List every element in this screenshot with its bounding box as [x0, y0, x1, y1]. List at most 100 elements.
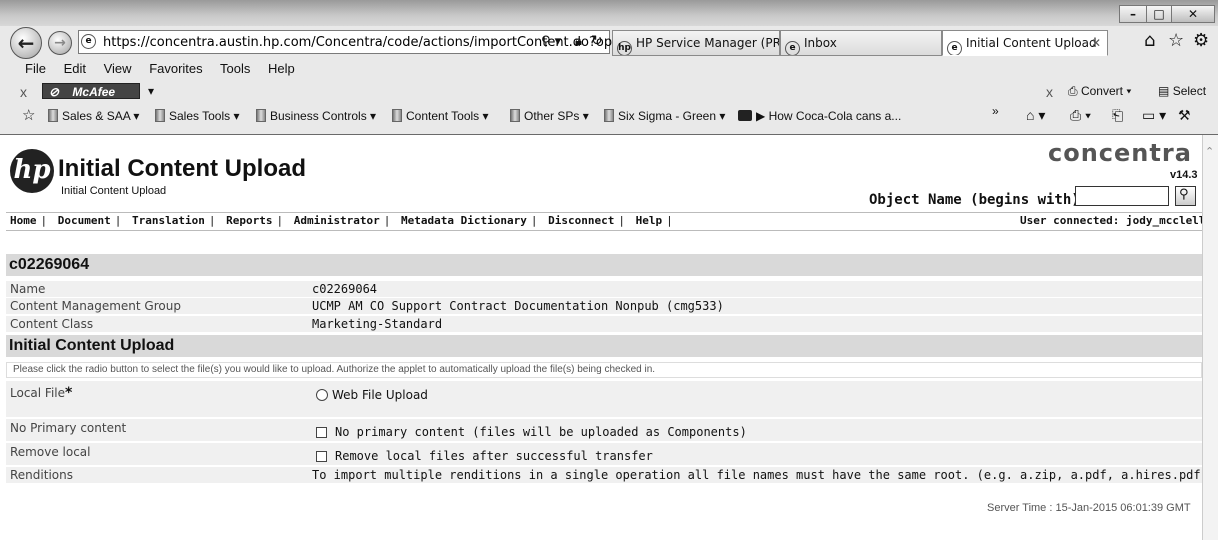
- remove-local-checkbox[interactable]: [316, 451, 327, 462]
- field-label: Content Management Group: [10, 299, 181, 313]
- fav-label: Sales Tools: [169, 109, 231, 123]
- scroll-up-icon[interactable]: ⌃: [1205, 145, 1214, 158]
- fav-content-tools[interactable]: Content Tools ▾: [392, 109, 489, 123]
- folder-icon: [392, 109, 402, 122]
- page-icon[interactable]: ⎗: [1112, 107, 1123, 124]
- folder-icon: [155, 109, 165, 122]
- video-icon: [738, 110, 752, 121]
- object-name-label: Object Name (begins with):: [869, 192, 1089, 208]
- fav-six-sigma[interactable]: Six Sigma - Green ▾: [604, 109, 725, 123]
- nav-disconnect[interactable]: Disconnect: [548, 214, 614, 227]
- folder-icon: [256, 109, 266, 122]
- remove-local-option-text: Remove local files after successful tran…: [335, 449, 653, 463]
- refresh-icon[interactable]: ↻: [591, 33, 603, 49]
- fav-other-sps[interactable]: Other SPs ▾: [510, 109, 589, 123]
- select-label: Select: [1172, 84, 1207, 98]
- upload-section-title: Initial Content Upload: [9, 337, 175, 354]
- close-tab-icon[interactable]: ✕: [1091, 31, 1101, 55]
- page-scrollbar[interactable]: ⌃: [1202, 135, 1218, 540]
- object-name-input[interactable]: [1075, 186, 1169, 206]
- mcafee-button[interactable]: ⊘ McAfee: [42, 83, 140, 99]
- home-toolbar-icon[interactable]: ⌂ ▾: [1026, 107, 1045, 124]
- favorites-star-icon[interactable]: ☆: [1168, 30, 1184, 51]
- menu-favorites[interactable]: Favorites: [149, 61, 202, 76]
- forward-button[interactable]: →: [48, 31, 72, 55]
- remove-local-option[interactable]: Remove local files after successful tran…: [316, 449, 653, 463]
- document-id-header: c02269064: [6, 254, 1202, 276]
- no-primary-option[interactable]: No primary content (files will be upload…: [316, 425, 747, 439]
- menu-edit[interactable]: Edit: [64, 61, 86, 76]
- tab-hp-service-manager[interactable]: hp HP Service Manager (PR...: [612, 30, 780, 56]
- nav-help[interactable]: Help: [636, 214, 663, 227]
- no-primary-row: No Primary content No primary content (f…: [6, 419, 1202, 441]
- fav-business-controls[interactable]: Business Controls ▾: [256, 109, 376, 123]
- add-favorite-star-icon[interactable]: ☆: [22, 106, 35, 124]
- tab-label: Initial Content Upload: [966, 36, 1097, 50]
- menu-bar: File Edit View Favorites Tools Help: [25, 61, 309, 76]
- ie-page-icon: e: [785, 41, 800, 55]
- web-upload-radio[interactable]: [316, 389, 328, 401]
- settings-gear-icon[interactable]: ⚙: [1193, 30, 1209, 51]
- nav-metadata-dictionary[interactable]: Metadata Dictionary: [401, 214, 527, 227]
- tools-wrench-icon[interactable]: ⚒: [1178, 107, 1191, 124]
- menu-view[interactable]: View: [104, 61, 132, 76]
- local-file-label: Local File*: [10, 385, 72, 401]
- fav-label: Sales & SAA: [62, 109, 131, 123]
- tab-label: HP Service Manager (PR...: [636, 36, 780, 50]
- fav-label: Content Tools: [406, 109, 480, 123]
- web-upload-label: Web File Upload: [332, 388, 428, 402]
- required-marker: *: [65, 385, 73, 401]
- folder-icon: [604, 109, 614, 122]
- nav-home[interactable]: Home: [10, 214, 37, 227]
- select-icon: ▤: [1158, 84, 1170, 98]
- close-toolbar-icon[interactable]: x: [20, 84, 27, 100]
- nav-separator: |: [618, 214, 625, 227]
- title-bar: [0, 0, 1218, 26]
- object-search-button[interactable]: ⚲: [1175, 186, 1196, 206]
- tab-label: Inbox: [804, 36, 837, 50]
- page-subtitle: Initial Content Upload: [61, 185, 167, 197]
- nav-separator: |: [666, 214, 673, 227]
- web-file-upload-option[interactable]: Web File Upload: [316, 388, 428, 402]
- fav-sales-tools[interactable]: Sales Tools ▾: [155, 109, 240, 123]
- no-primary-option-text: No primary content (files will be upload…: [335, 425, 747, 439]
- fav-coca-cola-video[interactable]: ▶ How Coca-Cola cans a...: [738, 109, 901, 123]
- minimize-button[interactable]: –: [1119, 5, 1147, 23]
- convert-button[interactable]: ⎙ Convert ▾: [1068, 84, 1131, 99]
- close-window-button[interactable]: ✕: [1171, 5, 1215, 23]
- more-favorites-chevron[interactable]: »: [992, 104, 999, 118]
- menu-file[interactable]: File: [25, 61, 46, 76]
- nav-translation[interactable]: Translation: [132, 214, 205, 227]
- renditions-label: Renditions: [10, 468, 73, 482]
- nav-reports[interactable]: Reports: [226, 214, 272, 227]
- mcafee-dropdown-icon[interactable]: ▾: [148, 84, 154, 98]
- document-id: c02269064: [9, 256, 90, 273]
- local-file-row: Local File* Web File Upload: [6, 381, 1202, 417]
- print-icon[interactable]: ⎙ ▾: [1070, 107, 1091, 124]
- field-row-name: Name c02269064: [6, 281, 1202, 297]
- tab-initial-content-upload[interactable]: e Initial Content Upload ✕: [942, 30, 1108, 56]
- menu-help[interactable]: Help: [268, 61, 295, 76]
- back-button[interactable]: ←: [10, 27, 42, 59]
- menu-tools[interactable]: Tools: [220, 61, 250, 76]
- maximize-button[interactable]: □: [1146, 5, 1172, 23]
- tab-inbox[interactable]: e Inbox: [780, 30, 942, 56]
- safety-icon[interactable]: ▭ ▾: [1142, 107, 1166, 124]
- upload-instructions-row: Please click the radio button to select …: [6, 362, 1202, 378]
- field-value: UCMP AM CO Support Contract Documentatio…: [312, 299, 724, 313]
- nav-separator: |: [114, 214, 122, 227]
- fav-label: Other SPs: [524, 109, 580, 123]
- fav-sales-saa[interactable]: Sales & SAA ▾: [48, 109, 139, 123]
- home-icon[interactable]: ⌂: [1144, 30, 1155, 51]
- nav-document[interactable]: Document: [58, 214, 111, 227]
- no-primary-checkbox[interactable]: [316, 427, 327, 438]
- field-value: Marketing-Standard: [312, 317, 443, 331]
- nav-administrator[interactable]: Administrator: [294, 214, 380, 227]
- fav-label: Six Sigma - Green: [618, 109, 717, 123]
- field-row-cmg: Content Management Group UCMP AM CO Supp…: [6, 298, 1202, 314]
- close-toolbar-right-icon[interactable]: x: [1046, 84, 1053, 100]
- nav-separator: |: [276, 214, 284, 227]
- select-button[interactable]: ▤ Select: [1158, 84, 1206, 98]
- search-icon[interactable]: ⚲ ▾: [541, 34, 561, 49]
- address-bar[interactable]: e https://concentra.austin.hp.com/Concen…: [78, 30, 620, 54]
